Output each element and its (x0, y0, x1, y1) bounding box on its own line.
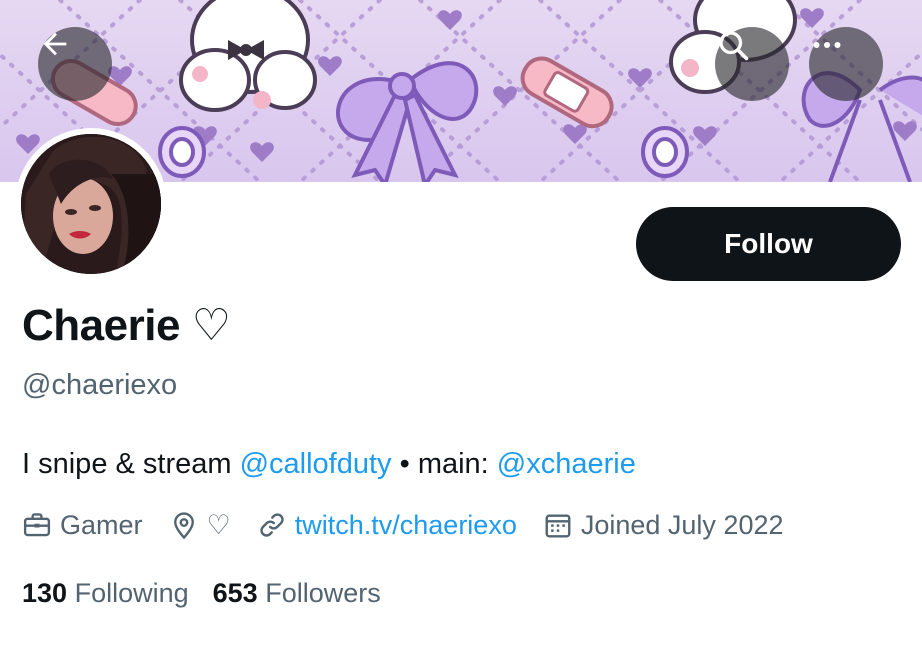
search-button[interactable] (715, 27, 789, 101)
bio-mention-link[interactable]: @callofduty (240, 448, 392, 480)
following-stat[interactable]: 130 Following (22, 578, 189, 609)
back-button[interactable] (38, 27, 112, 101)
followers-label: Followers (265, 577, 381, 608)
briefcase-icon (23, 513, 51, 537)
following-label: Following (74, 577, 189, 608)
profile-page: Follow Chaerie ♡ @chaeriexo I snipe & st… (0, 0, 922, 656)
location-pin-icon (173, 512, 194, 540)
profile-bio: I snipe & stream @callofduty • main: @xc… (22, 443, 636, 485)
display-name: Chaerie ♡ (22, 301, 231, 350)
calendar-icon (545, 514, 571, 538)
profile-stats: 130 Following 653 Followers (22, 572, 405, 614)
avatar-image (21, 134, 161, 274)
follow-button[interactable]: Follow (636, 207, 901, 281)
bio-text: I snipe & stream (22, 448, 240, 480)
website-link[interactable]: twitch.tv/chaeriexo (295, 510, 517, 541)
bio-mention-link[interactable]: @xchaerie (497, 448, 636, 480)
followers-stat[interactable]: 653 Followers (213, 578, 381, 609)
profile-meta: Gamer ♡ twitch.tv/chaeriexo Joined July … (22, 504, 806, 546)
location-label: ♡ (206, 509, 231, 540)
bio-text: • main: (391, 448, 497, 480)
username-handle: @chaeriexo (22, 369, 178, 401)
following-count: 130 (22, 577, 68, 608)
link-icon (260, 513, 284, 537)
arrow-left-icon (43, 32, 67, 56)
meta-website[interactable]: twitch.tv/chaeriexo (257, 510, 517, 541)
joined-label: Joined July 2022 (580, 509, 784, 540)
followers-count: 653 (212, 577, 258, 608)
follow-button-label: Follow (724, 228, 813, 259)
category-label: Gamer (60, 509, 143, 540)
search-icon (719, 31, 749, 61)
meta-category: Gamer (22, 510, 143, 541)
avatar[interactable] (15, 128, 167, 280)
meta-location: ♡ (169, 510, 231, 541)
more-horizontal-icon (813, 42, 841, 48)
meta-joined: Joined July 2022 (543, 510, 784, 541)
more-options-button[interactable] (809, 27, 883, 101)
